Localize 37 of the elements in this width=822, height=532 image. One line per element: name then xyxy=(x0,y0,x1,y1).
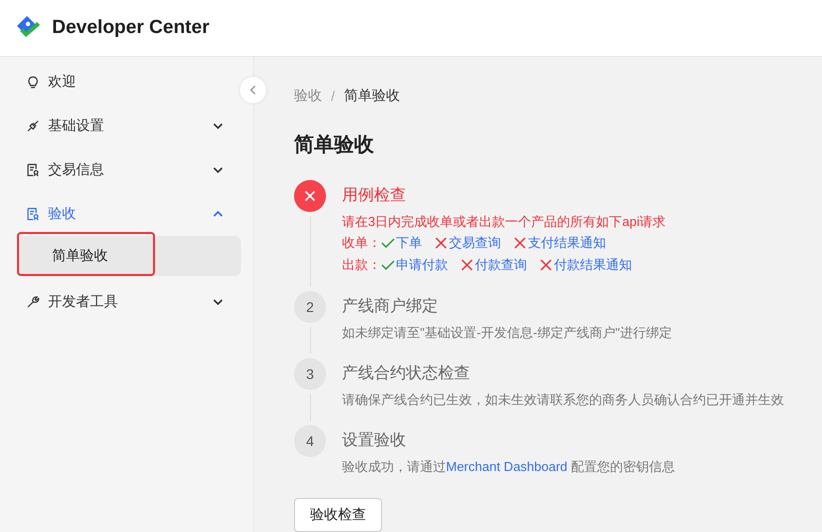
page-title: 简单验收 xyxy=(294,133,375,158)
sidebar-item[interactable]: 验收 xyxy=(0,192,239,236)
api-name: 交易查询 xyxy=(449,234,501,252)
sidebar-item[interactable]: 基础设置 xyxy=(0,104,239,148)
lightbulb-icon xyxy=(26,75,40,89)
step-title: 产线合约状态检查 xyxy=(342,364,471,384)
check-label: 出款： xyxy=(342,256,381,274)
dashboard-link[interactable]: Merchant Dashboard xyxy=(446,459,568,474)
api-name: 付款查询 xyxy=(475,256,527,274)
sidebar-item[interactable]: 开发者工具 xyxy=(0,280,239,324)
plug-icon xyxy=(26,119,40,133)
step-description: 验收成功，请通过Merchant Dashboard 配置您的密钥信息 xyxy=(342,458,676,476)
api-name: 下单 xyxy=(396,234,422,252)
document-icon xyxy=(26,163,40,177)
step-number: 4 xyxy=(294,425,326,457)
app-title: Developer Center xyxy=(52,17,210,39)
step-description: 如未绑定请至"基础设置-开发信息-绑定产线商户"进行绑定 xyxy=(342,324,672,342)
step-description: 请在3日内完成收单或者出款一个产品的所有如下api请求 xyxy=(342,213,666,231)
step-title: 产线商户绑定 xyxy=(342,296,439,317)
api-name: 申请付款 xyxy=(396,256,448,274)
document-icon xyxy=(26,207,40,221)
wrench-icon xyxy=(26,295,40,309)
step-title: 用例检查 xyxy=(342,186,407,206)
collapse-button[interactable] xyxy=(240,77,266,103)
api-name: 付款结果通知 xyxy=(554,256,632,274)
breadcrumb-separator: / xyxy=(331,88,335,104)
sidebar-item[interactable]: 欢迎 xyxy=(0,60,239,104)
step-number: 2 xyxy=(294,291,326,323)
chevron-left-icon xyxy=(250,85,256,95)
sidebar-item[interactable]: 交易信息 xyxy=(0,148,239,192)
api-name: 支付结果通知 xyxy=(528,234,606,252)
breadcrumb-item: 简单验收 xyxy=(344,87,400,105)
step-title: 设置验收 xyxy=(342,431,407,451)
step-number: 3 xyxy=(294,358,326,390)
acceptance-check-button[interactable]: 验收检查 xyxy=(294,498,382,532)
check-label: 收单： xyxy=(342,234,381,252)
step-description: 请确保产线合约已生效，如未生效请联系您的商务人员确认合约已开通并生效 xyxy=(342,391,784,409)
